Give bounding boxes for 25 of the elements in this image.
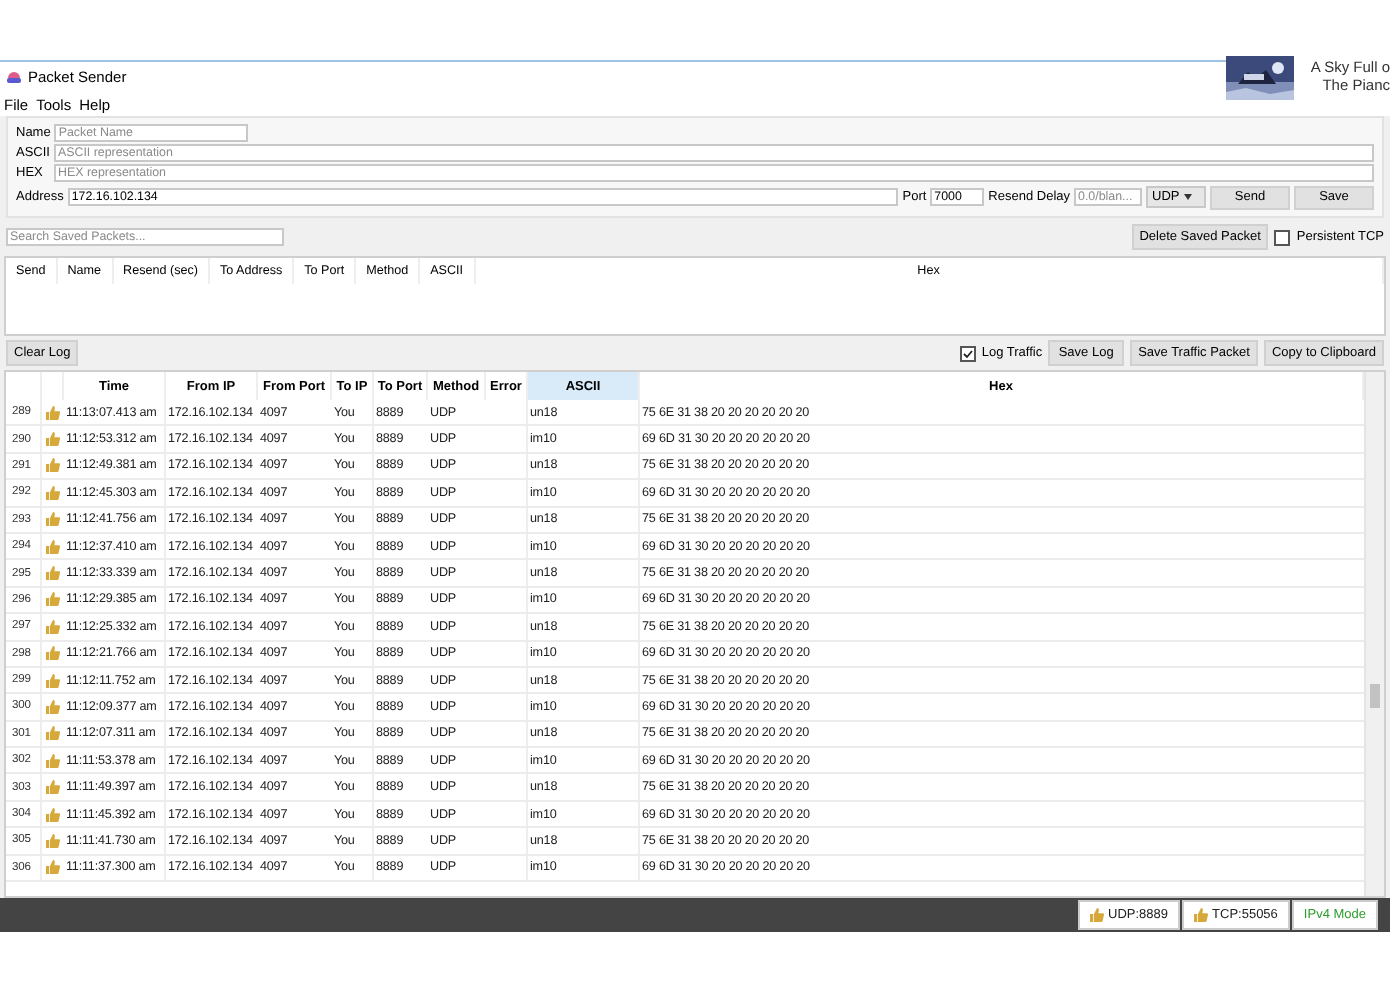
thumbs-up-icon [46, 780, 60, 795]
thumbs-up-icon [46, 405, 60, 420]
thumbs-up-icon [46, 807, 60, 822]
checkbox[interactable] [959, 345, 976, 361]
thumbs-up-icon [46, 699, 60, 714]
thumbs-up-icon [46, 860, 60, 875]
app-icon [6, 70, 22, 84]
thumbs-up-icon [46, 512, 60, 527]
thumbs-up-icon [46, 566, 60, 581]
thumbs-up-icon [46, 458, 60, 473]
thumbs-up-icon [46, 619, 60, 634]
caret-icon [1183, 194, 1192, 201]
thumbs-up-icon [46, 539, 60, 554]
thumbs-up-icon [46, 485, 60, 500]
thumbs-up-icon [46, 432, 60, 447]
thumbs-up-icon [1090, 908, 1105, 922]
thumbs-up-icon [46, 726, 60, 741]
thumbs-up-icon [46, 673, 60, 688]
thumbs-up-icon [1194, 908, 1209, 922]
checkbox[interactable] [1274, 229, 1291, 245]
thumbs-up-icon [46, 592, 60, 607]
thumbs-up-icon [46, 753, 60, 768]
thumbs-up-icon [46, 833, 60, 848]
scrollbar-thumb[interactable] [1370, 684, 1380, 708]
thumbs-up-icon [46, 646, 60, 661]
